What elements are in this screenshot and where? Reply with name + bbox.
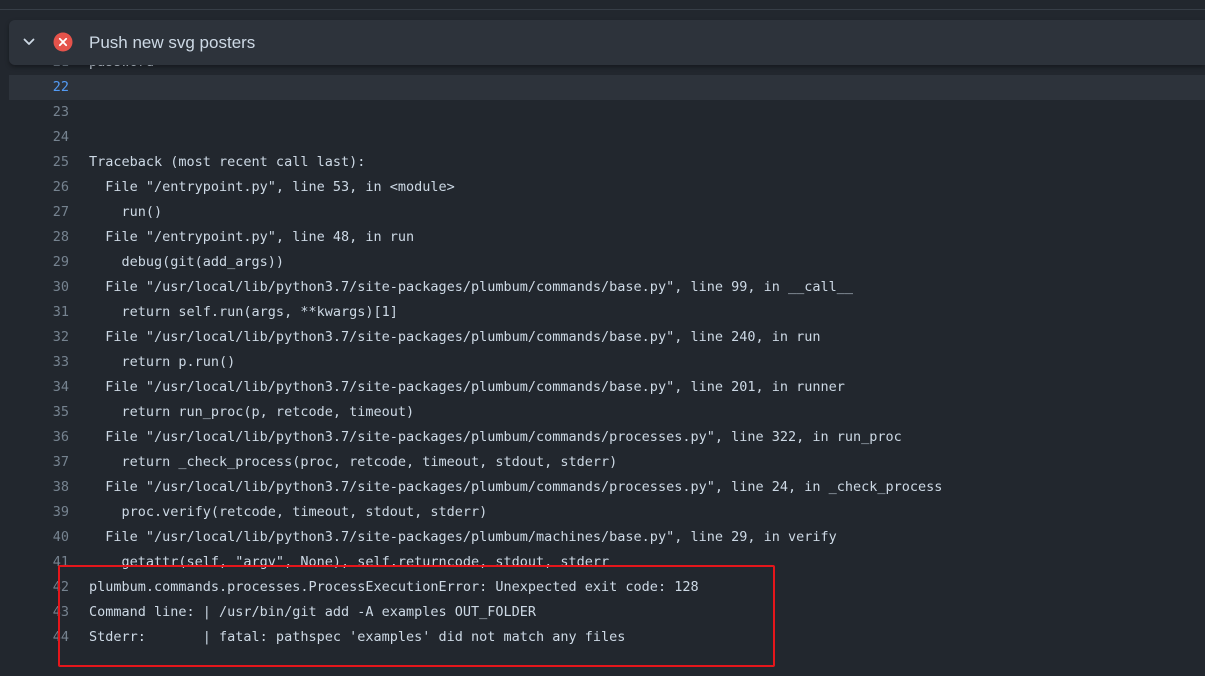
log-line[interactable]: 44 Stderr: | fatal: pathspec 'examples' d… (9, 625, 1205, 650)
log-line-text: File "/usr/local/lib/python3.7/site-pack… (89, 329, 821, 345)
log-output: 21password22232425Traceback (most recent… (0, 0, 1205, 676)
line-number[interactable]: 40 (9, 525, 69, 550)
log-line-text: File "/entrypoint.py", line 53, in <modu… (89, 179, 455, 195)
log-line[interactable]: 22 (9, 75, 1205, 100)
log-line-text: proc.verify(retcode, timeout, stdout, st… (89, 504, 488, 520)
log-line[interactable]: 37 return _check_process(proc, retcode, … (9, 450, 1205, 475)
log-line[interactable]: 27 run() (9, 200, 1205, 225)
log-line[interactable]: 40 File "/usr/local/lib/python3.7/site-p… (9, 525, 1205, 550)
log-line[interactable]: 39 proc.verify(retcode, timeout, stdout,… (9, 500, 1205, 525)
line-number[interactable]: 33 (9, 350, 69, 375)
log-line-text: plumbum.commands.processes.ProcessExecut… (89, 579, 699, 595)
log-line[interactable]: 34 File "/usr/local/lib/python3.7/site-p… (9, 375, 1205, 400)
line-number[interactable]: 39 (9, 500, 69, 525)
line-number[interactable]: 36 (9, 425, 69, 450)
line-number[interactable]: 27 (9, 200, 69, 225)
log-line[interactable]: 43 Command line: | /usr/bin/git add -A ex… (9, 600, 1205, 625)
log-line-text: return p.run() (89, 354, 236, 370)
log-line[interactable]: 29 debug(git(add_args)) (9, 250, 1205, 275)
log-line[interactable]: 36 File "/usr/local/lib/python3.7/site-p… (9, 425, 1205, 450)
log-line-text: Command line: | /usr/bin/git add -A exam… (89, 604, 537, 620)
line-number[interactable]: 38 (9, 475, 69, 500)
line-number[interactable]: 29 (9, 250, 69, 275)
line-number[interactable]: 30 (9, 275, 69, 300)
line-number[interactable]: 37 (9, 450, 69, 475)
log-line[interactable]: 32 File "/usr/local/lib/python3.7/site-p… (9, 325, 1205, 350)
log-line[interactable]: 33 return p.run() (9, 350, 1205, 375)
line-number[interactable]: 31 (9, 300, 69, 325)
line-number[interactable]: 22 (9, 75, 69, 100)
line-number[interactable]: 32 (9, 325, 69, 350)
x-circle-fill-icon (53, 32, 73, 52)
log-line[interactable]: 38 File "/usr/local/lib/python3.7/site-p… (9, 475, 1205, 500)
log-line[interactable]: 30 File "/usr/local/lib/python3.7/site-p… (9, 275, 1205, 300)
line-number[interactable]: 25 (9, 150, 69, 175)
log-line[interactable]: 35 return run_proc(p, retcode, timeout) (9, 400, 1205, 425)
line-number[interactable]: 24 (9, 125, 69, 150)
log-line-text: return _check_process(proc, retcode, tim… (89, 454, 618, 470)
line-number[interactable]: 28 (9, 225, 69, 250)
line-number[interactable]: 43 (9, 600, 69, 625)
log-line[interactable]: 31 return self.run(args, **kwargs)[1] (9, 300, 1205, 325)
log-line-text: Traceback (most recent call last): (89, 154, 366, 170)
line-number[interactable]: 44 (9, 625, 69, 650)
log-line-text: File "/entrypoint.py", line 48, in run (89, 229, 415, 245)
step-title: Push new svg posters (89, 33, 256, 52)
chevron-down-icon[interactable] (21, 34, 37, 50)
log-line[interactable]: 26 File "/entrypoint.py", line 53, in <m… (9, 175, 1205, 200)
line-number[interactable]: 23 (9, 100, 69, 125)
log-line-text: File "/usr/local/lib/python3.7/site-pack… (89, 479, 943, 495)
log-line[interactable]: 41 getattr(self, "argv", None), self.ret… (9, 550, 1205, 575)
line-number[interactable]: 42 (9, 575, 69, 600)
log-line-text: return run_proc(p, retcode, timeout) (89, 404, 415, 420)
log-line-text: getattr(self, "argv", None), self.return… (89, 554, 610, 570)
line-number[interactable]: 41 (9, 550, 69, 575)
log-line[interactable]: 23 (9, 100, 1205, 125)
step-header[interactable]: Push new svg posters (9, 20, 1205, 65)
line-number[interactable]: 26 (9, 175, 69, 200)
line-number[interactable]: 34 (9, 375, 69, 400)
log-line-text: File "/usr/local/lib/python3.7/site-pack… (89, 529, 837, 545)
log-line[interactable]: 28 File "/entrypoint.py", line 48, in ru… (9, 225, 1205, 250)
log-line-text: return self.run(args, **kwargs)[1] (89, 304, 398, 320)
log-line[interactable]: 42 plumbum.commands.processes.ProcessExec… (9, 575, 1205, 600)
log-line-text: Stderr: | fatal: pathspec 'examples' did… (89, 629, 626, 645)
log-line-text: File "/usr/local/lib/python3.7/site-pack… (89, 379, 845, 395)
log-line-text: File "/usr/local/lib/python3.7/site-pack… (89, 279, 854, 295)
log-line-text: run() (89, 204, 163, 220)
line-number[interactable]: 35 (9, 400, 69, 425)
log-line[interactable]: 24 (9, 125, 1205, 150)
log-line-text: File "/usr/local/lib/python3.7/site-pack… (89, 429, 902, 445)
log-line[interactable]: 25 Traceback (most recent call last): (9, 150, 1205, 175)
log-line-text: debug(git(add_args)) (89, 254, 285, 270)
